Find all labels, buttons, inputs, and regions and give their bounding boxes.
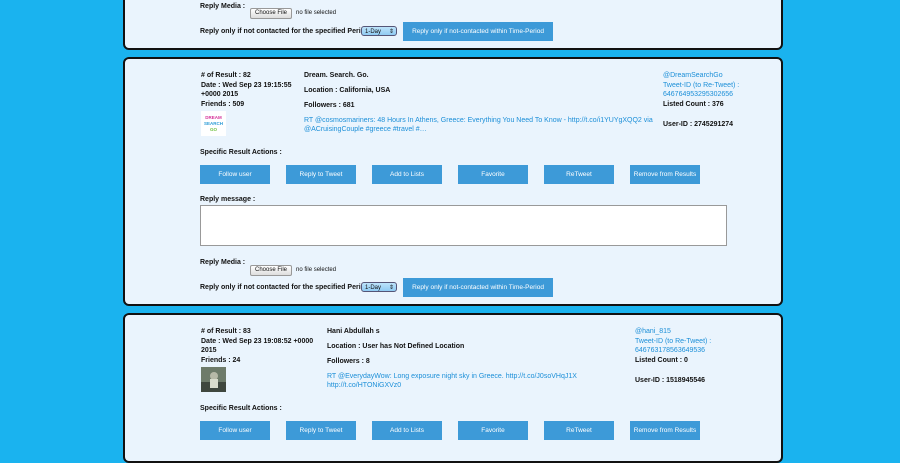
tweet-id-label: Tweet-ID (to Re-Tweet) : [663, 82, 740, 89]
favorite-button[interactable]: Favorite [458, 165, 528, 184]
period-select[interactable]: 1-Day ⇕ [361, 26, 397, 36]
listed-count: Listed Count : 376 [663, 101, 724, 108]
period-reply-button[interactable]: Reply only if not-contacted within Time-… [403, 22, 553, 41]
dream-search-go-logo: DREAM SEARCH GO [201, 111, 226, 136]
result-number: # of Result : 82 [201, 72, 251, 79]
tweet-id[interactable]: 646763178563649536 [635, 346, 705, 355]
chevron-updown-icon: ⇕ [388, 285, 394, 291]
result-date-year: +0000 2015 [201, 91, 239, 98]
period-select-value: 1-Day [365, 285, 382, 291]
tweet-id[interactable]: 646764953295302656 [663, 90, 733, 99]
user-name: Dream. Search. Go. [304, 72, 369, 79]
tweet-text[interactable]: RT @cosmosmariners: 48 Hours In Athens, … [304, 116, 653, 125]
favorite-button[interactable]: Favorite [458, 421, 528, 440]
actions-label: Specific Result Actions : [200, 149, 282, 156]
period-label: Reply only if not contacted for the spec… [200, 284, 374, 291]
result-card-partial: Reply Media : Choose File no file selecte… [123, 0, 783, 50]
result-date: Date : Wed Sep 23 19:08:52 +0000 [201, 338, 314, 345]
user-location: Location : California, USA [304, 87, 391, 94]
result-date: Date : Wed Sep 23 19:15:55 [201, 82, 292, 89]
user-name: Hani Abdullah s [327, 328, 380, 335]
user-handle[interactable]: @hani_815 [635, 327, 671, 336]
result-number: # of Result : 83 [201, 328, 251, 335]
choose-file-button[interactable]: Choose File [250, 8, 293, 19]
user-photo [201, 367, 226, 392]
tweet-text-cont[interactable]: http://t.co/HTONiGXVz0 [327, 381, 401, 390]
remove-result-button[interactable]: Remove from Results [630, 165, 700, 184]
period-select-value: 1-Day [365, 29, 382, 35]
period-select[interactable]: 1-Day ⇕ [361, 282, 397, 292]
friends-count: Friends : 24 [201, 357, 241, 364]
choose-file-button[interactable]: Choose File [250, 265, 293, 276]
add-to-lists-button[interactable]: Add to Lists [372, 165, 442, 184]
followers-count: Followers : 681 [304, 102, 355, 109]
svg-text:GO: GO [210, 127, 218, 132]
result-card: # of Result : 82 Date : Wed Sep 23 19:15… [123, 57, 783, 306]
reply-message-label: Reply message : [200, 196, 256, 203]
result-card: # of Result : 83 Date : Wed Sep 23 19:08… [123, 313, 783, 463]
user-id: User-ID : 2745291274 [663, 121, 734, 128]
listed-count: Listed Count : 0 [635, 357, 688, 364]
chevron-updown-icon: ⇕ [388, 29, 394, 35]
svg-text:SEARCH: SEARCH [204, 121, 223, 126]
period-label: Reply only if not contacted for the spec… [200, 28, 374, 35]
svg-text:DREAM: DREAM [205, 115, 222, 120]
avatar [201, 367, 226, 392]
file-status: no file selected [296, 267, 337, 273]
user-id: User-ID : 1518945546 [635, 377, 706, 384]
followers-count: Followers : 8 [327, 358, 370, 365]
period-reply-button[interactable]: Reply only if not-contacted within Time-… [403, 278, 553, 297]
reply-media-label: Reply Media : [200, 259, 246, 266]
remove-result-button[interactable]: Remove from Results [630, 421, 700, 440]
tweet-text[interactable]: RT @EverydayWow: Long exposure night sky… [327, 372, 577, 381]
reply-message-input[interactable] [200, 205, 727, 246]
user-handle[interactable]: @DreamSearchGo [663, 71, 723, 80]
reply-media-label: Reply Media : [200, 3, 246, 10]
retweet-button[interactable]: ReTweet [544, 165, 614, 184]
file-picker: Choose File no file selected [250, 1, 336, 19]
actions-label: Specific Result Actions : [200, 405, 282, 412]
follow-user-button[interactable]: Follow user [200, 421, 270, 440]
tweet-id-label: Tweet-ID (to Re-Tweet) : [635, 338, 712, 345]
friends-count: Friends : 509 [201, 101, 245, 108]
user-location: Location : User has Not Defined Location [327, 343, 465, 350]
add-to-lists-button[interactable]: Add to Lists [372, 421, 442, 440]
follow-user-button[interactable]: Follow user [200, 165, 270, 184]
tweet-text-cont[interactable]: @ACruisingCouple #greece #travel #… [304, 125, 427, 134]
reply-tweet-button[interactable]: Reply to Tweet [286, 421, 356, 440]
reply-tweet-button[interactable]: Reply to Tweet [286, 165, 356, 184]
retweet-button[interactable]: ReTweet [544, 421, 614, 440]
file-picker: Choose File no file selected [250, 258, 336, 276]
result-date-year: 2015 [201, 347, 217, 354]
avatar: DREAM SEARCH GO [201, 111, 226, 136]
file-status: no file selected [296, 10, 337, 16]
